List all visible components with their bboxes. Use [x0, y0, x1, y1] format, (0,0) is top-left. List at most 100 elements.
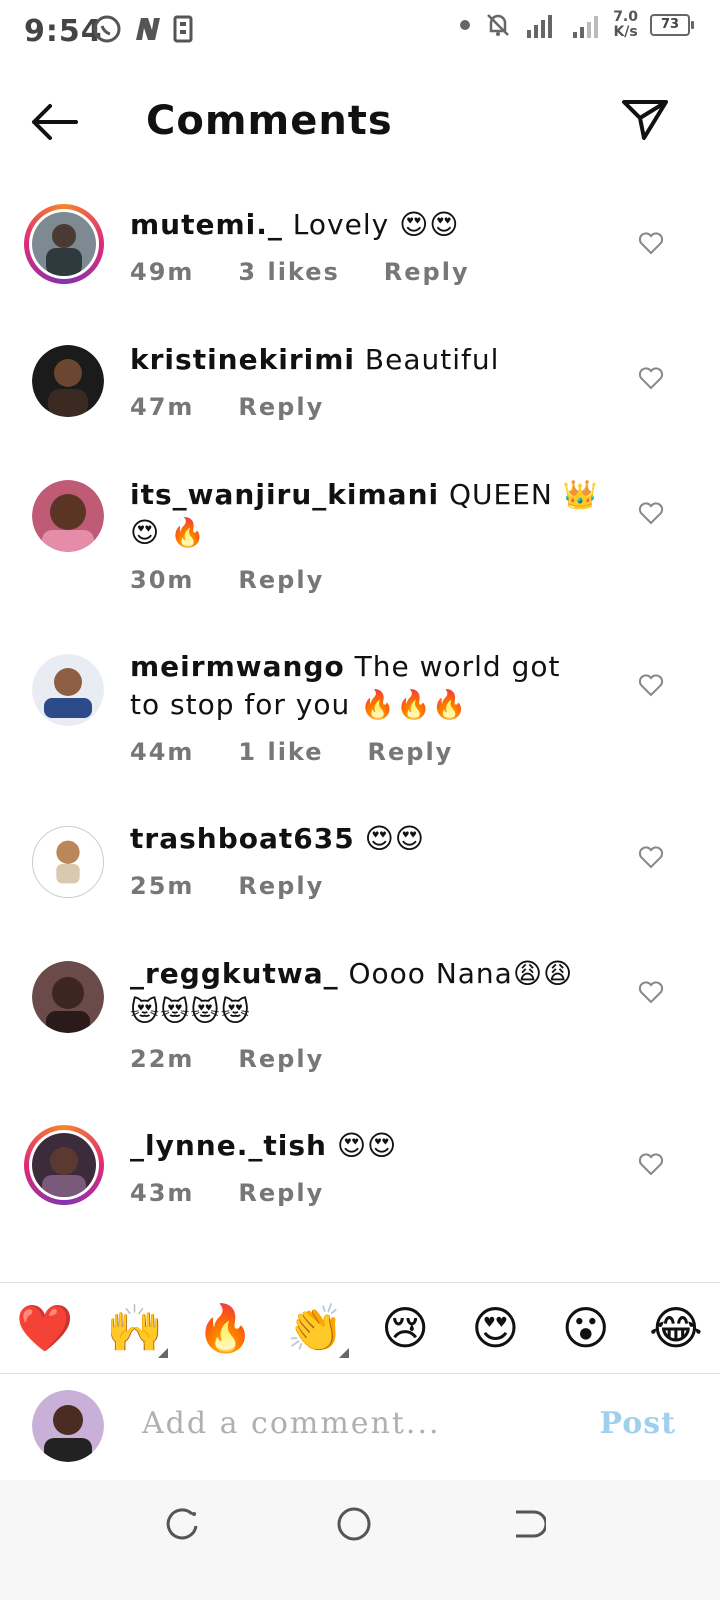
dot-icon [460, 20, 471, 30]
reply-button[interactable]: Reply [238, 872, 324, 900]
comment-username[interactable]: trashboat635 [130, 822, 355, 855]
comment-text: mutemi._ Lovely 😍😍 [130, 206, 600, 244]
emoji-reaction-bar: ❤️ 🙌 🔥 👏 😢 😍 😮 😂 [0, 1282, 720, 1374]
emoji-surprised[interactable]: 😮 [558, 1301, 614, 1355]
list-item: its_wanjiru_kimani QUEEN 👑 😍 🔥 30m Reply [0, 470, 720, 642]
list-item: trashboat635 😍😍 25m Reply [0, 814, 720, 949]
comment-text: kristinekirimi Beautiful [130, 341, 600, 379]
comment-text: meirmwango The world got to stop for you… [130, 648, 600, 724]
reply-button[interactable]: Reply [384, 258, 470, 286]
comments-list[interactable]: mutemi._ Lovely 😍😍 49m 3 likes Reply kri… [0, 200, 720, 1280]
heart-icon[interactable] [638, 365, 664, 391]
battery-icon: 73 [650, 14, 694, 36]
list-item: _reggkutwa_ Oooo Nana😩😩😻😻😻😻 22m Reply [0, 949, 720, 1121]
comment-meta: 22m Reply [130, 1045, 324, 1073]
comment-text: _lynne._tish 😍😍 [130, 1127, 600, 1165]
home-icon[interactable] [334, 1504, 374, 1544]
status-time: 9:54 [24, 14, 103, 49]
avatar-image [32, 1133, 96, 1197]
comment-body: Beautiful [355, 343, 500, 376]
skin-tone-indicator-icon [158, 1347, 169, 1358]
comment-text: its_wanjiru_kimani QUEEN 👑 😍 🔥 [130, 476, 600, 552]
avatar[interactable] [32, 654, 104, 726]
heart-icon[interactable] [638, 500, 664, 526]
post-button[interactable]: Post [599, 1406, 676, 1441]
comment-username[interactable]: kristinekirimi [130, 343, 355, 376]
avatar[interactable] [32, 480, 104, 552]
net-speed-value: 7.0 [613, 9, 638, 25]
heart-icon[interactable] [638, 230, 664, 256]
emoji-clapping[interactable]: 👏 [286, 1300, 349, 1358]
my-avatar [32, 1390, 104, 1462]
comment-meta: 43m Reply [130, 1179, 324, 1207]
avatar[interactable] [32, 826, 104, 898]
list-item: _lynne._tish 😍😍 43m Reply [0, 1121, 720, 1256]
recent-apps-icon[interactable] [162, 1504, 202, 1544]
avatar-image [32, 212, 96, 276]
reply-button[interactable]: Reply [238, 393, 324, 421]
reply-button[interactable]: Reply [238, 1179, 324, 1207]
comment-time: 25m [130, 872, 195, 900]
comment-time: 22m [130, 1045, 195, 1073]
comment-meta: 30m Reply [130, 566, 324, 594]
comment-time: 44m [130, 738, 195, 766]
comment-username[interactable]: _reggkutwa_ [130, 957, 339, 990]
comment-meta: 49m 3 likes Reply [130, 258, 470, 286]
comment-time: 43m [130, 1179, 195, 1207]
signal-3g-icon [527, 15, 553, 38]
emoji-heart-eyes[interactable]: 😍 [467, 1301, 523, 1355]
comment-time: 30m [130, 566, 195, 594]
heart-icon[interactable] [638, 1151, 664, 1177]
avatar[interactable] [24, 1125, 104, 1205]
n-app-icon [136, 18, 160, 40]
emoji-laughing[interactable]: 😂 [648, 1301, 704, 1355]
list-item: mutemi._ Lovely 😍😍 49m 3 likes Reply [0, 200, 720, 335]
avatar[interactable] [32, 961, 104, 1033]
back-nav-icon[interactable] [506, 1504, 546, 1544]
comment-text: _reggkutwa_ Oooo Nana😩😩😻😻😻😻 [130, 955, 600, 1031]
avatar-image [32, 961, 104, 1033]
back-arrow-icon[interactable] [28, 100, 80, 144]
comment-time: 49m [130, 258, 195, 286]
avatar-image [32, 1390, 104, 1462]
comment-text: trashboat635 😍😍 [130, 820, 600, 858]
comment-likes[interactable]: 3 likes [238, 258, 339, 286]
add-comment-input[interactable]: Add a comment... [142, 1406, 441, 1441]
comment-composer: Add a comment... Post [0, 1376, 720, 1476]
page-title: Comments [146, 98, 393, 144]
skin-tone-indicator-icon [338, 1347, 349, 1358]
emoji-heart[interactable]: ❤️ [16, 1301, 73, 1356]
emoji-clapping-glyph: 👏 [286, 1300, 345, 1355]
comment-body: Lovely 😍😍 [282, 208, 460, 241]
emoji-crying[interactable]: 😢 [377, 1301, 433, 1355]
heart-icon[interactable] [638, 672, 664, 698]
reply-button[interactable]: Reply [238, 566, 324, 594]
list-item: kristinekirimi Beautiful 47m Reply [0, 335, 720, 470]
emoji-raising-hands-glyph: 🙌 [106, 1300, 164, 1355]
avatar-image [32, 480, 104, 552]
net-speed-unit: K/s [613, 24, 638, 40]
emoji-raising-hands[interactable]: 🙌 [106, 1300, 169, 1358]
list-item: meirmwango The world got to stop for you… [0, 642, 720, 814]
comment-username[interactable]: its_wanjiru_kimani [130, 478, 439, 511]
signal-icon [573, 16, 599, 38]
comment-likes[interactable]: 1 like [238, 738, 323, 766]
notification-icons [92, 14, 194, 44]
avatar[interactable] [32, 345, 104, 417]
heart-icon[interactable] [638, 979, 664, 1005]
reply-button[interactable]: Reply [368, 738, 454, 766]
comment-username[interactable]: mutemi._ [130, 208, 283, 241]
muted-bell-icon [487, 14, 510, 36]
sim-icon [173, 15, 193, 43]
system-nav-bar [0, 1480, 720, 1600]
reply-button[interactable]: Reply [238, 1045, 324, 1073]
avatar[interactable] [24, 204, 104, 284]
emoji-fire[interactable]: 🔥 [197, 1301, 254, 1356]
comment-body: 😍😍 [354, 822, 425, 855]
comment-username[interactable]: meirmwango [130, 650, 345, 683]
avatar-image [33, 827, 103, 897]
comment-username[interactable]: _lynne._tish [130, 1129, 327, 1162]
heart-icon[interactable] [638, 844, 664, 870]
comment-meta: 44m 1 like Reply [130, 738, 453, 766]
send-icon[interactable] [620, 96, 670, 142]
